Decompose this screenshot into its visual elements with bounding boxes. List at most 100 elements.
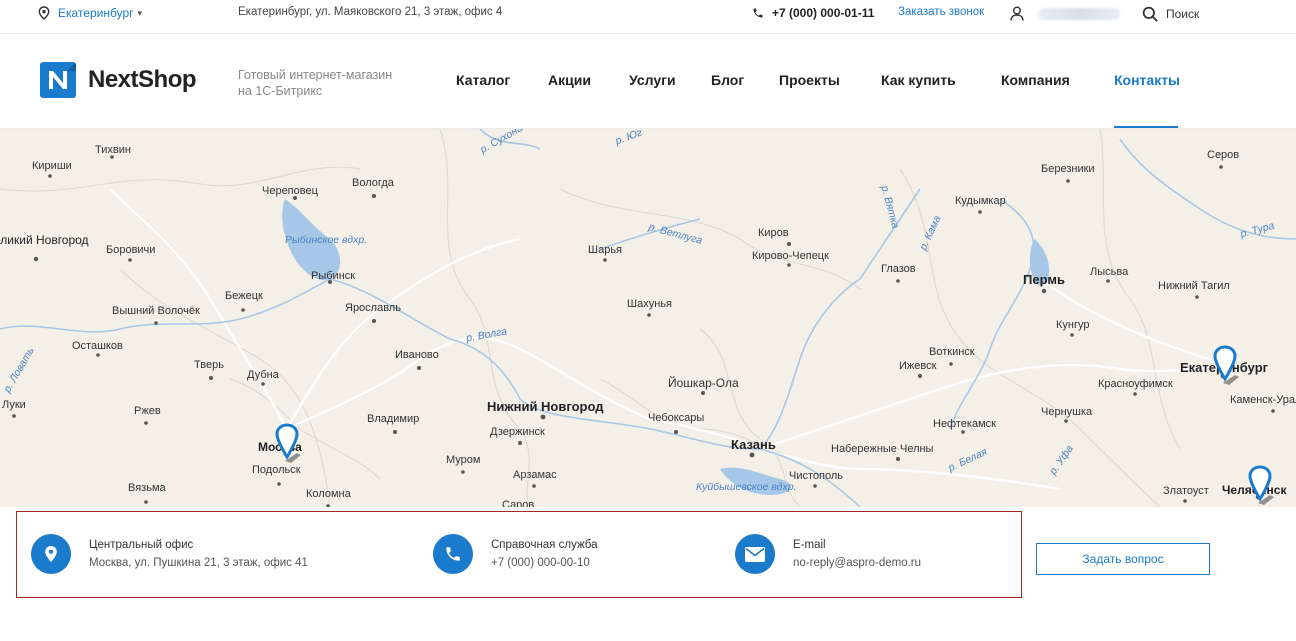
map-city-label: Ярославль [345,302,401,314]
map-city-label: Муром [446,454,481,466]
map-city-label: Чистополь [789,470,843,482]
phone-number[interactable]: +7 (000) 000-01-11 [772,6,874,20]
map-city-label: Иваново [395,349,439,361]
top-bar: Екатеринбург ▾ Екатеринбург, ул. Маяковс… [0,0,1296,28]
map-city-label: Дубна [247,369,279,381]
service-icon-circle [433,534,473,574]
header-address: Екатеринбург, ул. Маяковского 21, 3 этаж… [238,6,503,18]
email-icon-circle [735,534,775,574]
map-city-label: Березники [1041,163,1095,175]
city-selector[interactable]: Екатеринбург ▾ [38,6,142,20]
map-city-label: Нефтекамск [933,418,996,430]
map-city-label: Шарья [588,244,623,256]
nav-catalog[interactable]: Каталог [456,72,510,88]
map-city-label: Коломна [306,488,351,500]
map-city-label: Набережные Челны [831,443,934,455]
nav-blog[interactable]: Блог [711,72,744,88]
nav-company[interactable]: Компания [1001,72,1070,88]
office-icon-circle [31,534,71,574]
contacts-info-band: Центральный офис Москва, ул. Пушкина 21,… [16,511,1022,598]
map-city-label: Пермь [1023,272,1065,287]
map-lake-label: Куйбышевское вдхр. [696,481,797,493]
envelope-icon [745,546,765,562]
map-city-label: Вологда [352,177,394,189]
map-city-label: Подольск [252,464,301,476]
map-pin-icon[interactable] [1246,465,1276,505]
map-city-label: Осташков [72,340,123,352]
email-title: E-mail [793,539,826,551]
logo-mark[interactable] [40,62,76,98]
nav-active-underline [1114,126,1178,128]
office-title: Центральный офис [89,539,194,551]
nav-promotions[interactable]: Акции [548,72,591,88]
map-lake-label: Рыбинское вдхр. [285,234,368,246]
email-address[interactable]: no-reply@aspro-demo.ru [793,557,921,569]
main-header: NextShop Готовый интернет-магазин на 1С-… [0,33,1296,129]
map-background [0,129,1296,507]
service-title: Справочная служба [491,539,598,551]
contact-service: Справочная служба +7 (000) 000-00-10 [433,512,598,596]
location-pin-icon [38,6,50,20]
nav-how-to-buy[interactable]: Как купить [881,72,956,88]
nav-contacts[interactable]: Контакты [1114,72,1180,88]
user-name-blurred[interactable] [1038,7,1120,20]
map-city-label: Каменск-Уральский [1230,394,1296,406]
chevron-down-icon[interactable]: ▾ [138,8,143,19]
map-city-label: Кудымкар [955,195,1006,207]
logo-n-icon [49,62,76,89]
ask-question-button[interactable]: Задать вопрос [1036,543,1210,575]
user-account[interactable] [1010,6,1120,21]
map-city-label: Златоуст [1163,485,1209,497]
phone-icon [753,8,763,18]
map-city-label: Лысьва [1090,266,1129,278]
map-city-label: Чернушка [1041,406,1093,418]
search-label[interactable]: Поиск [1166,7,1199,21]
header-phone[interactable]: +7 (000) 000-01-11 [752,6,874,20]
contact-office: Центральный офис Москва, ул. Пушкина 21,… [31,512,308,596]
map-city-label: Дзержинск [490,426,545,438]
map-city-label: Саров [502,499,535,507]
map-city-label: Ижевск [899,360,937,372]
office-address: Москва, ул. Пушкина 21, 3 этаж, офис 41 [89,557,308,569]
service-phone[interactable]: +7 (000) 000-00-10 [491,557,598,569]
map-city-label: Арзамас [513,469,557,481]
map-city-label: Красноуфимск [1098,378,1173,390]
city-name[interactable]: Екатеринбург [58,6,134,20]
map-city-label: Владимир [367,413,420,425]
location-pin-icon [45,546,57,562]
map-city-label: Чебоксары [648,412,705,424]
map-city-label: Кириши [32,160,72,172]
map-city-label: Нижний Новгород [487,399,604,414]
contact-email: E-mail no-reply@aspro-demo.ru [735,512,921,596]
map-pin-icon[interactable] [1211,345,1241,385]
map-city-label: Рыбинск [311,270,356,282]
map-city-label: Казань [731,437,776,452]
callback-link[interactable]: Заказать звонок [898,6,984,18]
nav-projects[interactable]: Проекты [779,72,840,88]
map-city-label: Вязьма [128,482,166,494]
nav-services[interactable]: Услуги [629,72,676,88]
logo-name[interactable]: NextShop [88,66,197,94]
map-pin-icon[interactable] [273,423,303,463]
map-city-label: Ржев [134,405,161,417]
logo[interactable]: NextShop [40,62,197,98]
map-city-label: Боровичи [106,244,156,256]
map-city-label: Великий Новгород [0,233,89,247]
search-icon [1142,6,1158,22]
map-city-label: Тверь [194,359,224,371]
map-city-label: Тихвин [95,144,131,156]
search-button[interactable]: Поиск [1142,6,1199,22]
phone-icon [446,547,460,561]
map-city-label: Нижний Тагил [1158,280,1230,292]
map-city-label: Бежецк [225,290,263,302]
map-city-label: Йошкар-Ола [668,376,739,390]
map-city-label: Череповец [262,185,318,197]
map-city-label: Серов [1207,149,1240,161]
map-city-label: Шахунья [627,298,672,310]
map-city-label: Луки [2,399,26,411]
contacts-map[interactable]: Тихвин Кириши Череповец Вологда Великий … [0,129,1296,507]
logo-tagline: Готовый интернет-магазин на 1С-Битрикс [238,68,393,98]
user-icon [1010,6,1024,21]
map-city-label: Вышний Волочёк [112,305,200,317]
map-city-label: Кирово-Чепецк [752,250,829,262]
